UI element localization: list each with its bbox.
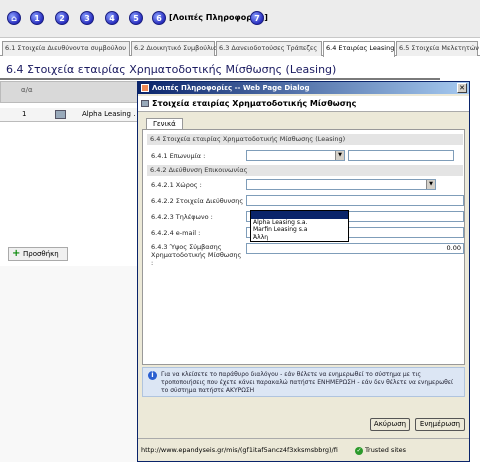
cancel-button[interactable]: Ακύρωση bbox=[370, 418, 410, 431]
edit-record-icon[interactable] bbox=[55, 110, 66, 119]
step-7-icon[interactable]: 7 bbox=[250, 11, 264, 25]
dropdown-option-other[interactable]: Άλλη bbox=[251, 234, 348, 242]
column-aa: α/α bbox=[21, 86, 33, 94]
table-header: α/α bbox=[0, 81, 140, 103]
info-message: i Για να κλείσετε το παράθυρο διαλόγου -… bbox=[142, 367, 465, 397]
tab-banks[interactable]: 6.3 Δανειοδοτούσες Τράπεζες bbox=[216, 41, 322, 56]
record-icon bbox=[141, 100, 149, 107]
step-3-icon[interactable]: 3 bbox=[80, 11, 94, 25]
dialog-title: Λοιπές Πληροφορίες -- Web Page Dialog bbox=[152, 84, 310, 92]
dialog-titlebar: Λοιπές Πληροφορίες -- Web Page Dialog ✕ bbox=[138, 82, 469, 94]
dialog-header: Στοιχεία εταιρίας Χρηματοδοτικής Μίσθωση… bbox=[138, 96, 469, 112]
zone-label: Trusted sites bbox=[365, 446, 407, 454]
label-address: 6.4.2.2 Στοιχεία Διεύθυνσης : bbox=[151, 197, 248, 205]
info-icon: i bbox=[148, 371, 157, 380]
plus-icon: + bbox=[12, 248, 21, 259]
dialog-statusbar: http://www.epandyseis.gr/mis/(gf1itaf5an… bbox=[138, 438, 469, 461]
form-area: 6.4 Στοιχεία εταιρίας Χρηματοδοτικής Μίσ… bbox=[142, 129, 465, 365]
step-1-icon[interactable]: 1 bbox=[30, 11, 44, 25]
step-4-icon[interactable]: 4 bbox=[105, 11, 119, 25]
close-icon[interactable]: ✕ bbox=[457, 83, 467, 93]
step-5-icon[interactable]: 5 bbox=[129, 11, 143, 25]
amount-field[interactable]: 0.00 bbox=[246, 243, 464, 254]
company-other-field[interactable] bbox=[348, 150, 454, 161]
window-icon bbox=[141, 84, 149, 92]
section-leasing-company: 6.4 Στοιχεία εταιρίας Χρηματοδοτικής Μίσ… bbox=[147, 134, 463, 145]
wizard-step-bar: ⌂ 1 2 3 4 5 6 [Λοιπές Πληροφορίες] 7 bbox=[0, 0, 480, 38]
row-company-name: Alpha Leasing . bbox=[82, 110, 136, 118]
security-zone: ✓ Trusted sites bbox=[355, 439, 406, 462]
label-email: 6.4.2.4 e-mail : bbox=[151, 229, 201, 237]
label-area: 6.4.2.1 Χώρος : bbox=[151, 181, 202, 189]
leasing-dialog: Λοιπές Πληροφορίες -- Web Page Dialog ✕ … bbox=[137, 81, 470, 462]
dropdown-option-alpha[interactable]: Alpha Leasing s.a. bbox=[251, 219, 348, 227]
company-select[interactable]: ▼ bbox=[246, 150, 345, 161]
chevron-down-icon[interactable]: ▼ bbox=[335, 151, 344, 160]
label-phone: 6.4.2.3 Τηλέφωνο : bbox=[151, 213, 213, 221]
chevron-down-icon[interactable]: ▼ bbox=[426, 180, 435, 189]
step-2-icon[interactable]: 2 bbox=[55, 11, 69, 25]
tab-board[interactable]: 6.2 Διοικητικό Συμβούλιο bbox=[131, 41, 217, 56]
trusted-zone-icon: ✓ bbox=[355, 447, 363, 455]
address-field[interactable] bbox=[246, 195, 464, 206]
tab-engineers[interactable]: 6.5 Στοιχεία Μελετητών bbox=[396, 41, 479, 56]
home-step-icon[interactable]: ⌂ bbox=[7, 11, 21, 25]
label-amount: 6.4.3 Ύψος Σύμβασης Χρηματοδοτικής Μίσθω… bbox=[151, 243, 242, 267]
update-button[interactable]: Ενημέρωση bbox=[415, 418, 465, 431]
dropdown-option-empty[interactable] bbox=[251, 211, 348, 219]
company-dropdown-list: Alpha Leasing s.a. Marfin Leasing s.a Άλ… bbox=[250, 210, 349, 242]
row-number: 1 bbox=[22, 110, 27, 118]
tab-leasing[interactable]: 6.4 Εταιρίας Leasing bbox=[323, 41, 395, 57]
background-panel bbox=[0, 266, 140, 462]
dialog-header-title: Στοιχεία εταιρίας Χρηματοδοτικής Μίσθωση… bbox=[152, 99, 357, 108]
info-text: Για να κλείσετε το παράθυρο διαλόγου - ε… bbox=[161, 371, 454, 394]
tab-ceo-details[interactable]: 6.1 Στοιχεία Διευθύνοντα συμβούλου bbox=[2, 41, 130, 56]
status-url: http://www.epandyseis.gr/mis/(gf1itaf5an… bbox=[141, 446, 338, 454]
step-6-icon[interactable]: 6 bbox=[152, 11, 166, 25]
label-company: 6.4.1 Επωνυμία : bbox=[151, 152, 206, 160]
section-contact-address: 6.4.2 Διεύθυνση Επικοινωνίας bbox=[147, 165, 463, 176]
add-button-label: Προσθήκη bbox=[23, 250, 59, 258]
section-title: 6.4 Στοιχεία εταιρίας Χρηματοδοτικής Μίσ… bbox=[0, 60, 440, 80]
page-tab-row: 6.1 Στοιχεία Διευθύνοντα συμβούλου 6.2 Δ… bbox=[0, 41, 480, 57]
table-row[interactable]: 1 Alpha Leasing . bbox=[0, 108, 140, 122]
dropdown-option-marfin[interactable]: Marfin Leasing s.a bbox=[251, 226, 348, 234]
add-button[interactable]: + Προσθήκη bbox=[8, 247, 68, 261]
area-select[interactable]: ▼ bbox=[246, 179, 436, 190]
